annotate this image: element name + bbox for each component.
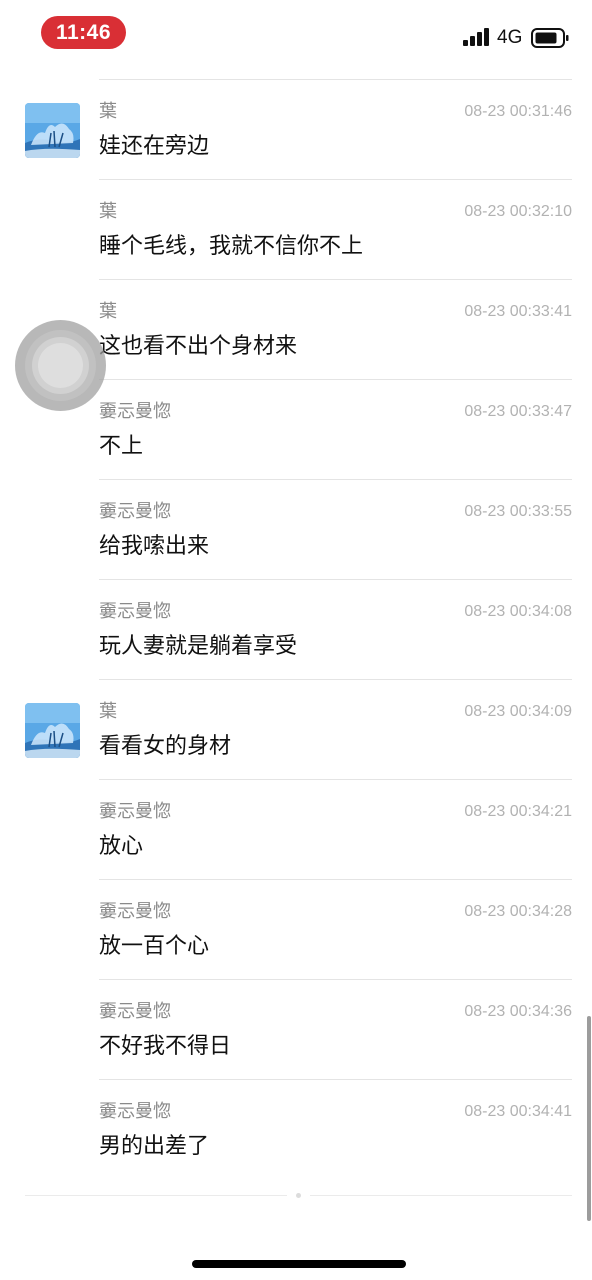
message-time: 08-23 00:34:08	[464, 603, 572, 620]
sender-name: 嫑忈曼惚	[99, 501, 171, 522]
message-time: 08-23 00:33:55	[464, 503, 572, 520]
avatar[interactable]	[25, 703, 80, 758]
message-time: 08-23 00:33:41	[464, 303, 572, 320]
message-row[interactable]: 嫑忈曼惚 08-23 00:34:36 不好我不得日	[0, 980, 592, 1080]
message-text: 放心	[99, 834, 144, 859]
sender-name: 葉	[99, 101, 117, 122]
sender-name: 葉	[99, 701, 117, 722]
sender-name: 葉	[99, 201, 117, 222]
message-time: 08-23 00:33:47	[464, 403, 572, 420]
chat-message-list[interactable]: 葉 08-23 00:31:46 娃还在旁边 葉 08-23 00:32:10 …	[0, 0, 592, 1280]
message-row[interactable]: 嫑忈曼惚 08-23 00:34:41 男的出差了	[0, 1080, 592, 1180]
scrollbar[interactable]	[587, 1016, 591, 1221]
message-time: 08-23 00:32:10	[464, 203, 572, 220]
footer-dot	[296, 1193, 301, 1198]
message-text: 给我嗦出来	[99, 534, 210, 559]
message-text: 放一百个心	[99, 934, 210, 959]
message-text: 男的出差了	[99, 1134, 210, 1159]
message-row[interactable]: 葉 08-23 00:31:46 娃还在旁边	[0, 80, 592, 180]
message-time: 08-23 00:31:46	[464, 103, 572, 120]
message-time: 08-23 00:34:09	[464, 703, 572, 720]
home-indicator[interactable]	[192, 1260, 406, 1268]
message-text: 玩人妻就是躺着享受	[99, 634, 298, 659]
message-text: 娃还在旁边	[99, 134, 210, 159]
message-time: 08-23 00:34:28	[464, 903, 572, 920]
avatar[interactable]	[25, 103, 80, 158]
message-row[interactable]: 嫑忈曼惚 08-23 00:33:55 给我嗦出来	[0, 480, 592, 580]
assistive-touch-button[interactable]	[15, 320, 106, 411]
message-text: 这也看不出个身材来	[99, 334, 298, 359]
message-row[interactable]: 嫑忈曼惚 08-23 00:34:28 放一百个心	[0, 880, 592, 980]
sender-name: 嫑忈曼惚	[99, 401, 171, 422]
message-row[interactable]: 葉 08-23 00:32:10 睡个毛线，我就不信你不上	[0, 180, 592, 280]
sender-name: 嫑忈曼惚	[99, 1101, 171, 1122]
sender-name: 嫑忈曼惚	[99, 901, 171, 922]
message-time: 08-23 00:34:21	[464, 803, 572, 820]
message-time: 08-23 00:34:36	[464, 1003, 572, 1020]
message-row[interactable]: 葉 08-23 00:34:09 看看女的身材	[0, 680, 592, 780]
sender-name: 嫑忈曼惚	[99, 1001, 171, 1022]
message-row[interactable]: 嫑忈曼惚 08-23 00:34:21 放心	[0, 780, 592, 880]
message-text: 不上	[99, 434, 144, 459]
message-time: 08-23 00:34:41	[464, 1103, 572, 1120]
message-text: 看看女的身材	[99, 734, 232, 759]
sender-name: 嫑忈曼惚	[99, 801, 171, 822]
footer-divider	[25, 1195, 287, 1196]
footer-divider	[310, 1195, 572, 1196]
message-text: 睡个毛线，我就不信你不上	[99, 234, 364, 259]
sender-name: 葉	[99, 301, 117, 322]
message-row[interactable]: 嫑忈曼惚 08-23 00:34:08 玩人妻就是躺着享受	[0, 580, 592, 680]
sender-name: 嫑忈曼惚	[99, 601, 171, 622]
message-text: 不好我不得日	[99, 1034, 232, 1059]
